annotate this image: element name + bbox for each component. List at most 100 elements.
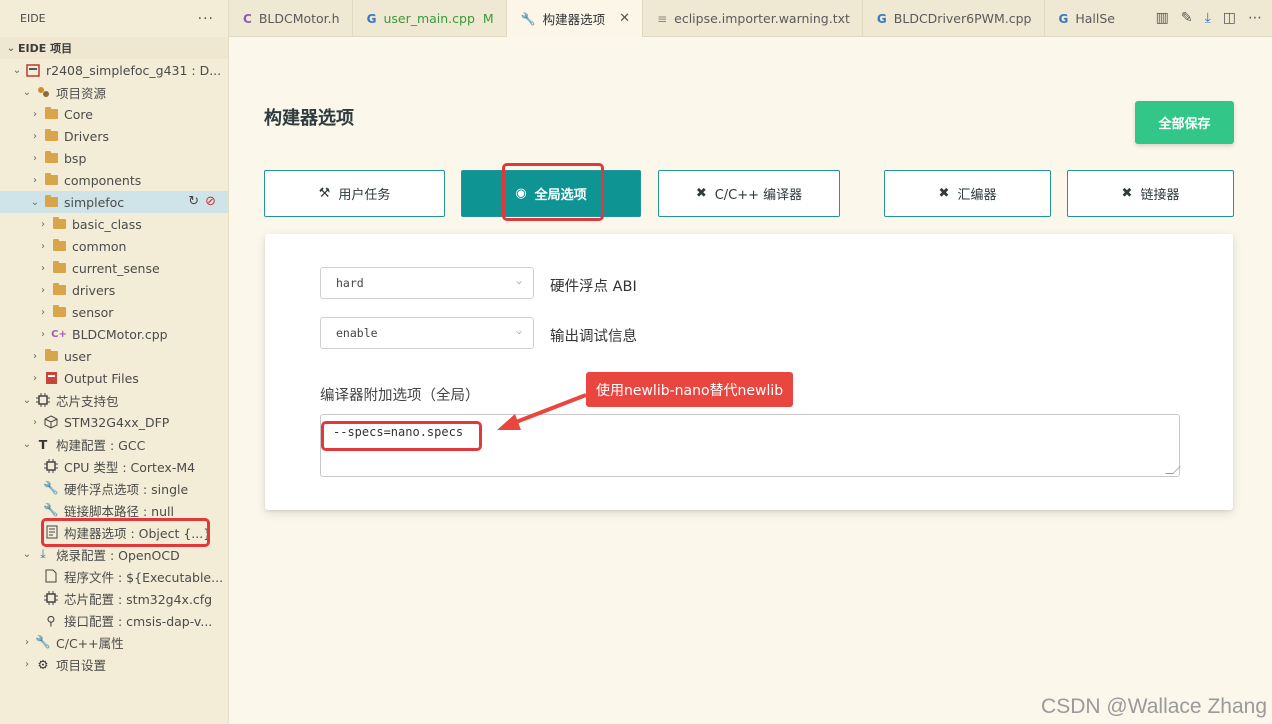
chevron-down-icon: ⌄ xyxy=(22,394,32,406)
option-tab-label: 汇编器 xyxy=(957,188,997,203)
builder-options-icon xyxy=(42,524,60,540)
explorer-sidebar: EIDE ··· ⌄ EIDE 项目 ⌄ r2408_simplefoc_g43… xyxy=(0,0,229,724)
tree-item-output-files[interactable]: › Output Files xyxy=(0,367,228,389)
resources-icon xyxy=(34,84,52,100)
tab-eclipse-warning[interactable]: ≡ eclipse.importer.warning.txt xyxy=(643,0,863,37)
tab-linker[interactable]: ✖ 链接器 xyxy=(1067,170,1234,217)
chevron-down-icon: ⌵ xyxy=(515,276,522,287)
folder-icon xyxy=(42,194,60,210)
save-all-button[interactable]: 全部保存 xyxy=(1135,101,1234,144)
section-title: EIDE 项目 xyxy=(18,42,73,55)
tree-item-program-file[interactable]: 程序文件 : ${Executable... xyxy=(0,565,228,587)
tree-item-bldcmotor-cpp[interactable]: › C+ BLDCMotor.cpp xyxy=(0,323,228,345)
tree-item-build-config[interactable]: ⌄ T 构建配置 : GCC xyxy=(0,433,228,455)
tab-bldcmotor-h[interactable]: C BLDCMotor.h xyxy=(229,0,353,37)
tree-item-label: BLDCMotor.cpp xyxy=(72,326,168,342)
tree-item-hard-float[interactable]: 🔧 硬件浮点选项 : single xyxy=(0,477,228,499)
tree-item-label: STM32G4xx_DFP xyxy=(64,414,170,430)
tab-global-options[interactable]: ◉ 全局选项 xyxy=(461,170,641,217)
tab-label: BLDCDriver6PWM.cpp xyxy=(893,11,1032,26)
tree-item-label: 项目资源 xyxy=(56,85,107,101)
tree-item-simplefoc[interactable]: ⌄ simplefoc ↻ ⊘ xyxy=(0,191,228,213)
folder-icon xyxy=(42,128,60,144)
tree-item-stm32g4xx-dfp[interactable]: › STM32G4xx_DFP xyxy=(0,411,228,433)
package-icon xyxy=(42,414,60,430)
plug-icon: ⚲ xyxy=(46,612,56,628)
tree-item-interface-config[interactable]: ⚲ 接口配置 : cmsis-dap-v... xyxy=(0,609,228,631)
chevron-down-icon: ⌄ xyxy=(6,42,16,54)
eide-project-section[interactable]: ⌄ EIDE 项目 xyxy=(0,37,228,59)
tab-bldcdriver6pwm[interactable]: G BLDCDriver6PWM.cpp xyxy=(863,0,1045,37)
refresh-icon[interactable]: ↻ xyxy=(188,194,199,209)
download-icon[interactable]: ⤓ xyxy=(1205,10,1211,26)
tree-item-core[interactable]: › Core xyxy=(0,103,228,125)
tree-item-builder-options[interactable]: 构建器选项 : Object {...} xyxy=(0,521,228,543)
cpp-file-icon: G xyxy=(1058,11,1069,26)
folder-icon xyxy=(42,106,60,122)
tree-item-cpu-type[interactable]: CPU 类型 : Cortex-M4 xyxy=(0,455,228,477)
global-options-textarea[interactable]: --specs=nano.specs xyxy=(320,414,1181,477)
chevron-right-icon: › xyxy=(33,416,37,428)
folder-icon xyxy=(50,216,68,232)
tree-item-label: current_sense xyxy=(72,260,160,276)
tree-item-label: sensor xyxy=(72,304,114,320)
select-value: hard xyxy=(336,276,364,290)
tab-label: BLDCMotor.h xyxy=(258,11,340,26)
clean-icon[interactable]: ✎ xyxy=(1181,10,1193,26)
debug-info-label: 输出调试信息 xyxy=(550,329,637,345)
editor-tabbar: C BLDCMotor.h G user_main.cpp M 🔧 构建器选项 … xyxy=(229,0,1272,37)
chevron-right-icon: › xyxy=(33,174,37,186)
tree-item-label: 硬件浮点选项 : single xyxy=(64,481,189,497)
file-icon xyxy=(42,568,60,584)
build-icon[interactable]: ▥ xyxy=(1156,10,1169,26)
resize-handle-icon[interactable] xyxy=(1165,466,1181,474)
sidebar-title: EIDE xyxy=(20,12,46,25)
tree-item-components[interactable]: › components xyxy=(0,169,228,191)
tree-item-cpp-properties[interactable]: › 🔧 C/C++属性 xyxy=(0,631,228,653)
tab-label: eclipse.importer.warning.txt xyxy=(674,11,850,26)
tree-item-basic-class[interactable]: › basic_class xyxy=(0,213,228,235)
chevron-right-icon: › xyxy=(25,636,29,648)
exclude-icon[interactable]: ⊘ xyxy=(205,194,216,209)
tree-item-chip-support[interactable]: ⌄ 芯片支持包 xyxy=(0,389,228,411)
debug-info-select[interactable]: enable ⌵ xyxy=(320,317,534,349)
more-actions-icon[interactable]: ⋯ xyxy=(1248,10,1262,26)
tab-cpp-compiler[interactable]: ✖ C/C++ 编译器 xyxy=(658,170,840,217)
more-actions-icon[interactable]: ··· xyxy=(198,11,214,27)
tree-item-label: user xyxy=(64,348,92,364)
tree-item-label: 烧录配置 : OpenOCD xyxy=(56,547,180,563)
tree-item-sensor[interactable]: › sensor xyxy=(0,301,228,323)
tree-item-current-sense[interactable]: › current_sense xyxy=(0,257,228,279)
tab-user-tasks[interactable]: ⚒ 用户任务 xyxy=(264,170,445,217)
tab-hallse[interactable]: G HallSe xyxy=(1045,0,1128,37)
editor-actions: ▥ ✎ ⤓ ◫ ⋯ xyxy=(1156,10,1262,26)
sidebar-header: EIDE ··· xyxy=(0,0,228,37)
folder-icon xyxy=(42,150,60,166)
tree-item-drivers-sub[interactable]: › drivers xyxy=(0,279,228,301)
tree-item-common[interactable]: › common xyxy=(0,235,228,257)
float-abi-select[interactable]: hard ⌵ xyxy=(320,267,534,299)
tree-item-user[interactable]: › user xyxy=(0,345,228,367)
tab-builder-options[interactable]: 🔧 构建器选项 ✕ xyxy=(506,0,644,37)
option-tab-label: C/C++ 编译器 xyxy=(714,188,803,203)
project-icon xyxy=(24,62,42,78)
task-icon: ⚒ xyxy=(318,186,331,201)
hammer-icon: T xyxy=(38,436,48,452)
tab-user-main-cpp[interactable]: G user_main.cpp M xyxy=(353,0,507,37)
tree-item-project[interactable]: ⌄ r2408_simplefoc_g431 : D... xyxy=(0,59,228,81)
tree-item-chip-config[interactable]: 芯片配置 : stm32g4x.cfg xyxy=(0,587,228,609)
chevron-right-icon: › xyxy=(41,306,45,318)
tree-item-project-resources[interactable]: ⌄ 项目资源 xyxy=(0,81,228,103)
tree-item-drivers[interactable]: › Drivers xyxy=(0,125,228,147)
split-editor-icon[interactable]: ◫ xyxy=(1223,10,1236,26)
tab-label: HallSe xyxy=(1075,11,1115,26)
folder-icon xyxy=(42,348,60,364)
tab-assembler[interactable]: ✖ 汇编器 xyxy=(884,170,1051,217)
tree-item-project-settings[interactable]: › ⚙ 项目设置 xyxy=(0,653,228,675)
tree-item-bsp[interactable]: › bsp xyxy=(0,147,228,169)
tree-item-flash-config[interactable]: ⌄ ⤓ 烧录配置 : OpenOCD xyxy=(0,543,228,565)
tree-item-linker-script[interactable]: 🔧 链接脚本路径 : null xyxy=(0,499,228,521)
annotation-callout: 使用newlib-nano替代newlib xyxy=(586,372,794,407)
global-options-label: 编译器附加选项（全局） xyxy=(320,388,480,404)
close-icon[interactable]: ✕ xyxy=(619,11,630,26)
